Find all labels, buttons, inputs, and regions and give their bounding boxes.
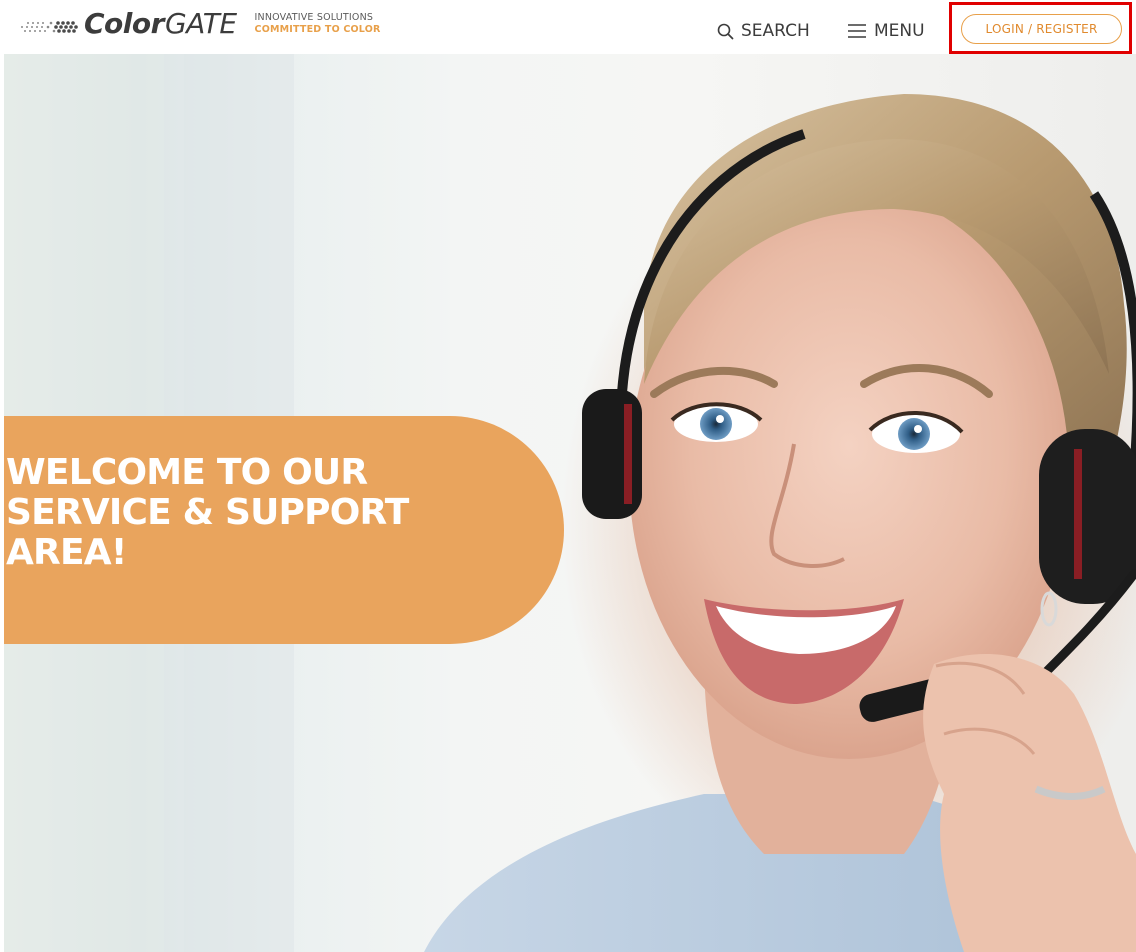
logo-tagline: INNOVATIVE SOLUTIONS COMMITTED TO COLOR bbox=[255, 12, 381, 36]
colorgate-logo[interactable]: Color GATE INNOVATIVE SOLUTIONS COMMITTED… bbox=[18, 4, 381, 44]
menu-button[interactable]: MENU bbox=[848, 19, 925, 43]
logo-brand-bold: Color bbox=[84, 7, 164, 40]
welcome-heading: WELCOME TO OUR SERVICE & SUPPORT AREA! bbox=[6, 452, 409, 573]
login-register-button[interactable]: LOGIN / REGISTER bbox=[961, 14, 1122, 44]
search-button[interactable]: SEARCH bbox=[717, 19, 810, 43]
logo-brand-light: GATE bbox=[164, 7, 237, 40]
search-label: SEARCH bbox=[741, 21, 810, 41]
logo-wordmark: Color GATE bbox=[84, 10, 237, 38]
logo-dots-icon bbox=[21, 21, 78, 33]
tagline-line-1: INNOVATIVE SOLUTIONS bbox=[254, 12, 374, 23]
site-header: Color GATE INNOVATIVE SOLUTIONS COMMITTED… bbox=[0, 0, 1136, 54]
menu-label: MENU bbox=[874, 21, 925, 41]
tagline-line-2: COMMITTED TO COLOR bbox=[254, 24, 381, 35]
search-icon bbox=[717, 23, 734, 39]
hamburger-icon bbox=[848, 24, 866, 38]
